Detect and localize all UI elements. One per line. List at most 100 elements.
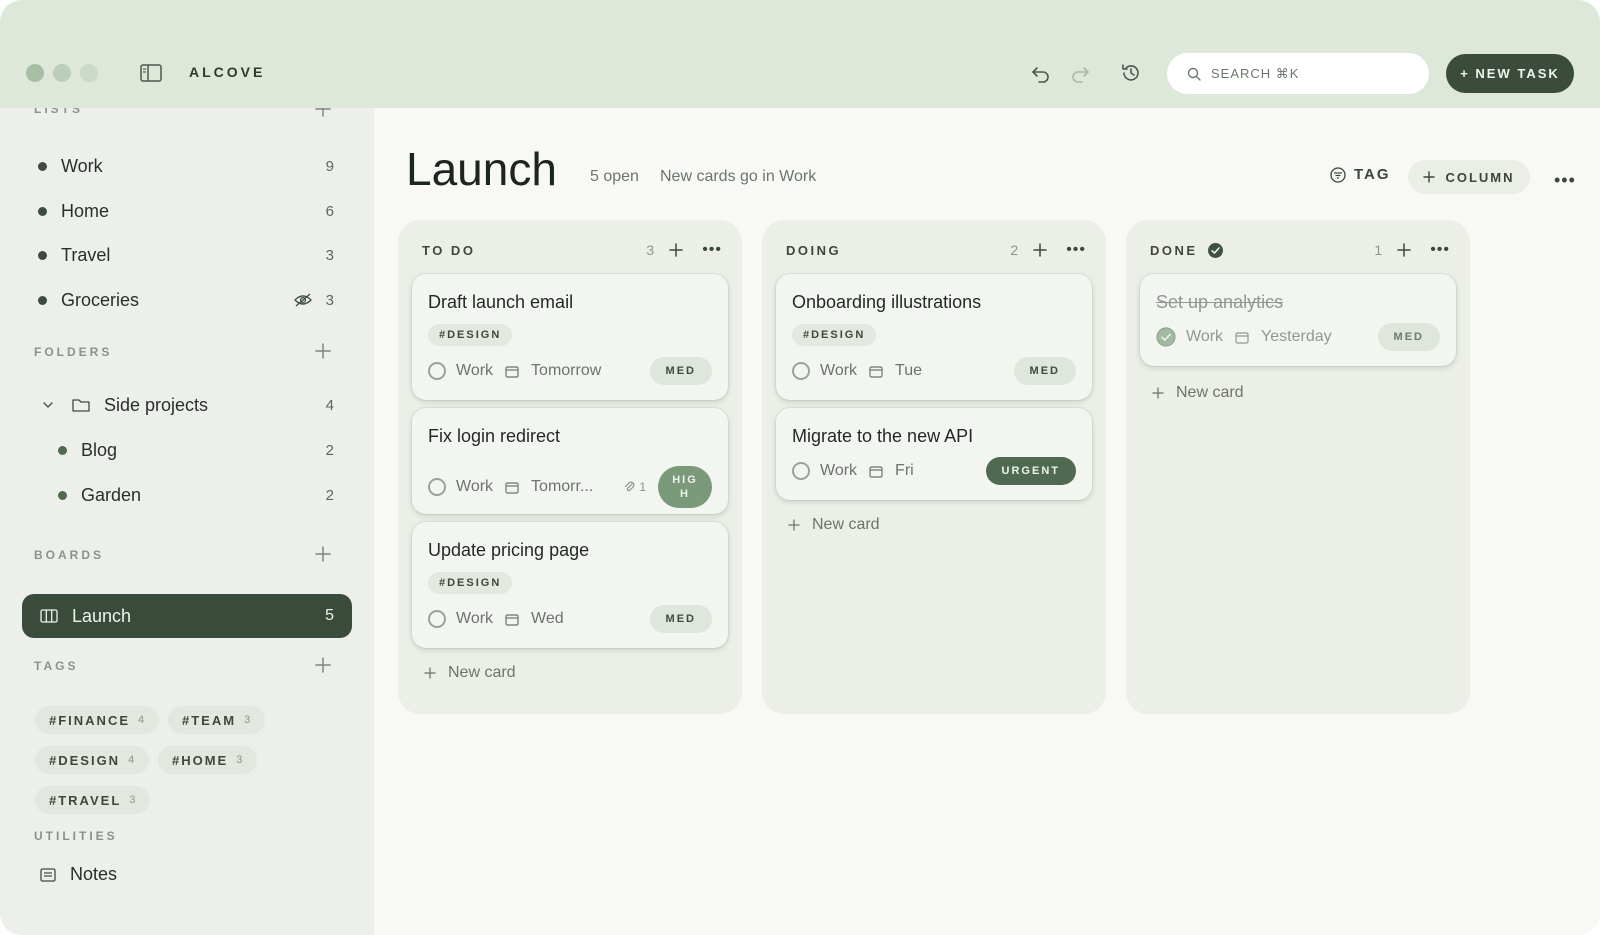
undo-icon[interactable]: [1030, 62, 1052, 84]
tag-team[interactable]: #TEAM 3: [168, 706, 266, 734]
add-board-icon[interactable]: [314, 545, 332, 563]
priority-badge[interactable]: MED: [649, 605, 712, 633]
card-tag[interactable]: #DESIGN: [792, 324, 877, 346]
new-card-button[interactable]: New card: [1152, 384, 1244, 402]
task-card[interactable]: Migrate to the new API Work Fri URGENT: [776, 408, 1092, 500]
task-card[interactable]: Fix login redirect Work Tomorr... 1 HIGH: [412, 408, 728, 514]
card-tag[interactable]: #DESIGN: [428, 572, 513, 594]
calendar-icon: [505, 365, 519, 378]
folder-icon: [72, 399, 90, 412]
column-header: DOING 2 •••: [786, 240, 1086, 260]
list-dot: [38, 161, 47, 171]
board-main: Launch 5 open New cards go in Work TAG C…: [374, 108, 1600, 935]
card-due-date: Tue: [895, 362, 923, 379]
title-bar: ALCOVE + NEW TASK: [0, 0, 1600, 108]
tag-count: 3: [244, 714, 252, 726]
lists-heading: LISTS: [34, 108, 84, 116]
complete-checkbox[interactable]: [792, 462, 810, 480]
card-meta: Work Tomorr... 1 HIGH: [428, 466, 712, 508]
column-more-icon[interactable]: •••: [1066, 241, 1086, 259]
board-icon: [40, 609, 58, 623]
new-task-button[interactable]: + NEW TASK: [1446, 54, 1574, 93]
sidebar-item-launch-board[interactable]: Launch 5: [22, 594, 352, 638]
calendar-icon: [869, 365, 883, 378]
sidebar-item-work[interactable]: Work 9: [38, 154, 334, 178]
task-card[interactable]: Onboarding illustrations #DESIGN Work Tu…: [776, 274, 1092, 400]
sidebar-item-groceries[interactable]: Groceries 3: [38, 288, 334, 312]
add-tag-icon[interactable]: [314, 656, 332, 674]
card-list: Work: [456, 478, 494, 495]
folder-side-projects[interactable]: Side projects 4: [42, 392, 334, 418]
sidebar-item-home[interactable]: Home 6: [38, 199, 334, 223]
calendar-icon: [869, 465, 883, 478]
tag-label: #TEAM: [182, 712, 237, 728]
search-box[interactable]: [1167, 53, 1429, 94]
app-window: ALCOVE + NEW TASK LISTS: [0, 0, 1600, 935]
sidebar-item-blog[interactable]: Blog 2: [58, 438, 334, 462]
card-meta: Work Tomorrow MED: [428, 357, 712, 385]
list-label: Home: [61, 200, 110, 221]
priority-badge[interactable]: URGENT: [985, 457, 1076, 485]
tag-label: #FINANCE: [49, 712, 131, 728]
card-title: Fix login redirect: [428, 426, 561, 446]
chevron-down-icon[interactable]: [42, 399, 54, 411]
add-card-icon[interactable]: [1032, 242, 1048, 258]
sidebar-item-notes[interactable]: Notes: [40, 864, 117, 885]
column-title: DOING: [786, 242, 842, 258]
eye-hidden-icon[interactable]: [293, 293, 312, 307]
add-card-icon[interactable]: [1396, 242, 1412, 258]
tag-filter-button[interactable]: TAG: [1330, 166, 1391, 183]
card-list: Work: [820, 462, 858, 479]
complete-checkbox[interactable]: [428, 478, 446, 496]
card-tag[interactable]: #DESIGN: [428, 324, 513, 346]
complete-checkbox[interactable]: [428, 362, 446, 380]
search-input[interactable]: [1211, 66, 1411, 81]
card-title: Update pricing page: [428, 540, 590, 560]
add-column-button[interactable]: COLUMN: [1408, 160, 1530, 194]
complete-checkbox[interactable]: [428, 610, 446, 628]
task-card[interactable]: Set up analytics Work Yesterday MED: [1140, 274, 1456, 366]
new-card-button[interactable]: New card: [788, 516, 880, 534]
card-due-date: Wed: [531, 610, 564, 627]
column-more-icon[interactable]: •••: [1430, 241, 1450, 259]
priority-badge[interactable]: MED: [1377, 323, 1440, 351]
tag-travel[interactable]: #TRAVEL 3: [35, 786, 151, 814]
priority-badge[interactable]: HIGH: [658, 466, 712, 508]
new-cards-note[interactable]: New cards go in Work: [660, 168, 816, 186]
zoom-window-button[interactable]: [80, 64, 98, 82]
column-doing: DOING 2 ••• Onboarding illustrations #DE…: [762, 220, 1106, 714]
column-header: DONE 1 •••: [1150, 240, 1450, 260]
card-title: Draft launch email: [428, 292, 574, 312]
board-more-icon[interactable]: •••: [1554, 170, 1576, 191]
new-card-button[interactable]: New card: [424, 664, 516, 682]
priority-badge[interactable]: MED: [1013, 357, 1076, 385]
history-icon[interactable]: [1120, 62, 1142, 84]
page-title: Launch: [406, 143, 557, 195]
list-label: Work: [61, 155, 103, 176]
add-list-icon[interactable]: [314, 108, 332, 118]
sidebar-item-garden[interactable]: Garden 2: [58, 483, 334, 507]
column-more-icon[interactable]: •••: [702, 241, 722, 259]
column-count: 3: [646, 242, 655, 258]
task-card[interactable]: Update pricing page #DESIGN Work Wed MED: [412, 522, 728, 648]
completed-checkbox-icon[interactable]: [1156, 327, 1176, 347]
sidebar: LISTS Work 9 Home 6 Travel 3 Groceries 3…: [0, 108, 374, 935]
minimize-window-button[interactable]: [53, 64, 71, 82]
tag-design[interactable]: #DESIGN 4: [35, 746, 150, 774]
list-count: 3: [325, 291, 334, 309]
tag-home[interactable]: #HOME 3: [158, 746, 258, 774]
close-window-button[interactable]: [26, 64, 44, 82]
plus-icon: [788, 519, 800, 531]
redo-icon[interactable]: [1069, 62, 1091, 84]
task-card[interactable]: Draft launch email #DESIGN Work Tomorrow…: [412, 274, 728, 400]
notes-label: Notes: [70, 864, 118, 884]
sidebar-item-travel[interactable]: Travel 3: [38, 243, 334, 267]
add-card-icon[interactable]: [668, 242, 684, 258]
plus-icon: [1152, 387, 1164, 399]
add-folder-icon[interactable]: [314, 342, 332, 360]
complete-checkbox[interactable]: [792, 362, 810, 380]
sidebar-toggle-icon[interactable]: [140, 64, 162, 82]
calendar-icon: [505, 481, 519, 494]
priority-badge[interactable]: MED: [649, 357, 712, 385]
tag-finance[interactable]: #FINANCE 4: [35, 706, 160, 734]
